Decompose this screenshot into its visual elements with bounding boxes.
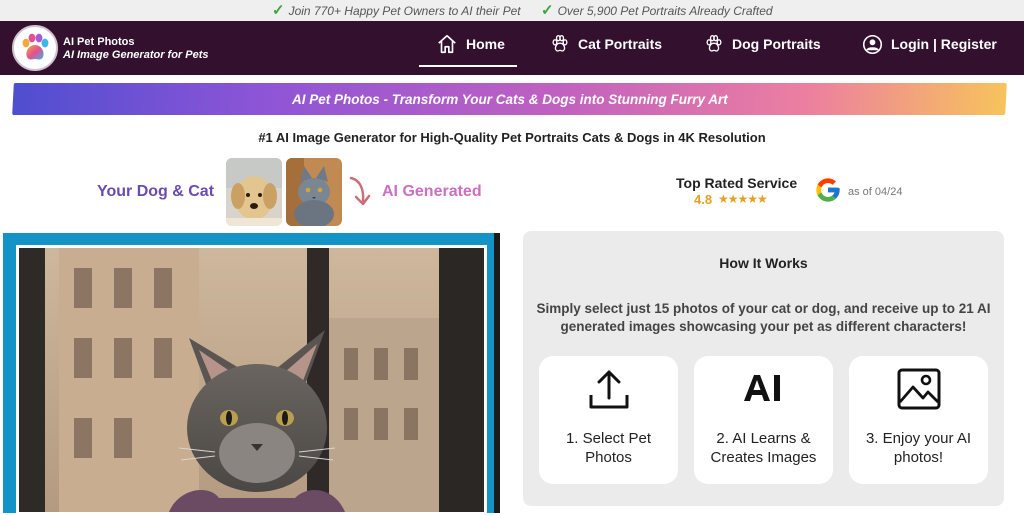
rating-date: as of 04/24: [848, 186, 903, 198]
paw-logo-icon: [22, 33, 49, 60]
nav-login-register[interactable]: Login | Register: [862, 21, 997, 67]
nav-cat-portraits[interactable]: Cat Portraits: [550, 21, 662, 67]
step-card-select-photos: 1. Select Pet Photos: [539, 356, 678, 484]
logo[interactable]: [12, 25, 58, 71]
paw-icon: [706, 35, 722, 52]
nav-login-register-label: Login | Register: [891, 36, 997, 52]
brand-subtitle: AI Image Generator for Pets: [63, 49, 209, 61]
step-card-ai-learns: 2. AI Learns & Creates Images: [694, 356, 833, 484]
step-label-select-photos: 1. Select Pet Photos: [565, 430, 652, 466]
site-header: AI Pet Photos AI Image Generator for Pet…: [0, 21, 1024, 75]
nav-home[interactable]: Home: [436, 21, 505, 67]
google-icon: [814, 176, 842, 209]
nav-home-label: Home: [466, 36, 505, 52]
check-icon: ✓: [541, 2, 554, 19]
how-it-works-title: How It Works: [719, 255, 808, 271]
brand-title[interactable]: AI Pet Photos: [63, 36, 135, 48]
your-pets-label: Your Dog & Cat: [97, 183, 215, 200]
user-circle-icon: [862, 34, 883, 54]
promo-strip: ✓ Join 770+ Happy Pet Owners to AI their…: [0, 0, 1024, 21]
promo-text-owners: Join 770+ Happy Pet Owners to AI their P…: [288, 3, 521, 18]
promo-text-portraits: Over 5,900 Pet Portraits Already Crafted: [557, 3, 773, 18]
step-label-ai-learns: 2. AI Learns & Creates Images: [710, 430, 817, 466]
how-it-works-description: Simply select just 15 photos of your cat…: [536, 301, 991, 334]
image-icon: [849, 364, 988, 414]
upload-icon: [539, 364, 678, 414]
paw-icon: [552, 35, 568, 52]
rating-title: Top Rated Service: [676, 175, 798, 191]
tagline-text: AI Pet Photos - Transform Your Cats & Do…: [291, 91, 728, 107]
curved-arrow-icon: [346, 175, 374, 214]
dog-photo-thumbnail: [226, 158, 282, 226]
featured-image-frame: [3, 233, 500, 515]
rating-stars: ★★★★★: [718, 192, 768, 206]
nav-dog-portraits[interactable]: Dog Portraits: [704, 21, 821, 67]
cat-photo-thumbnail: [286, 158, 342, 226]
step-label-enjoy-photos: 3. Enjoy your AI photos!: [865, 430, 972, 466]
nav-dog-portraits-label: Dog Portraits: [732, 36, 821, 52]
page-headline: #1 AI Image Generator for High-Quality P…: [258, 130, 766, 145]
ai-generated-label: AI Generated: [382, 183, 482, 200]
how-it-works-panel: How It Works Simply select just 15 photo…: [523, 231, 1004, 506]
rating-score: 4.8: [694, 192, 713, 207]
check-icon: ✓: [272, 2, 285, 19]
tagline-banner: AI Pet Photos - Transform Your Cats & Do…: [12, 83, 1007, 115]
promo-item-portraits: ✓ Over 5,900 Pet Portraits Already Craft…: [541, 3, 773, 18]
featured-cat-portrait: [19, 248, 484, 512]
nav-active-indicator: [419, 65, 517, 67]
home-icon: [438, 34, 456, 54]
nav-cat-portraits-label: Cat Portraits: [578, 36, 663, 52]
step-card-enjoy-photos: 3. Enjoy your AI photos!: [849, 356, 988, 484]
promo-item-owners: ✓ Join 770+ Happy Pet Owners to AI their…: [272, 3, 521, 18]
ai-icon: [694, 364, 833, 414]
